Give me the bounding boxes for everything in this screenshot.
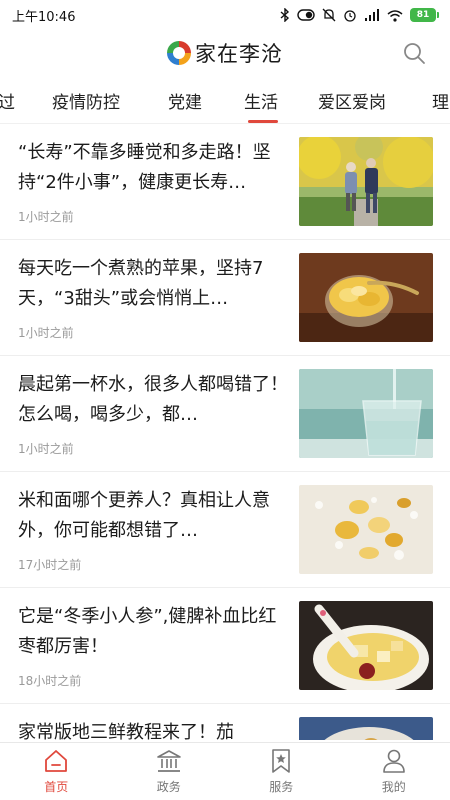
alarm-icon	[344, 10, 356, 22]
yam-soup-bowl-image[interactable]	[299, 601, 433, 690]
glass-of-water-image[interactable]	[299, 369, 433, 458]
category-tabs: 过 疫情防控 党建 生活 爱区爱岗 理	[0, 82, 450, 124]
bluetooth-icon	[280, 8, 290, 22]
article-time: 1小时之前	[18, 210, 74, 224]
status-bar: 上午10:46 81	[0, 0, 450, 30]
list-item[interactable]: 晨起第一杯水，很多人都喝错了！怎么喝，喝多少，都… 1小时之前	[0, 356, 450, 472]
bottom-nav: 首页 政务 服务 我的	[0, 742, 450, 800]
profile-icon	[382, 749, 405, 773]
nav-service-label: 服务	[269, 780, 294, 794]
news-feed[interactable]: “长寿”不靠多睡觉和多走路！坚持“2件小事”，健康更长寿… 1小时之前 每天吃一…	[0, 124, 450, 740]
list-item[interactable]: 米和面哪个更养人？真相让人意外，你可能都想错了… 17小时之前	[0, 472, 450, 588]
list-item[interactable]: 家常版地三鲜教程来了！茄	[0, 704, 450, 740]
article-title[interactable]: 每天吃一个煮熟的苹果，坚持7天，“3甜头”或会悄悄上…	[18, 254, 288, 314]
nav-profile-label: 我的	[381, 780, 406, 794]
government-building-icon	[156, 750, 181, 772]
signal-icon	[365, 8, 379, 21]
tab-partial-right[interactable]: 理	[432, 88, 449, 113]
article-title[interactable]: “长寿”不靠多睡觉和多走路！坚持“2件小事”，健康更长寿…	[18, 138, 288, 198]
article-time: 1小时之前	[18, 326, 74, 340]
article-time: 1小时之前	[18, 442, 74, 456]
nav-home-label: 首页	[44, 780, 69, 794]
app-title: 家在李沧	[195, 42, 283, 66]
article-title[interactable]: 米和面哪个更养人？真相让人意外，你可能都想错了…	[18, 486, 288, 546]
list-item[interactable]: 每天吃一个煮熟的苹果，坚持7天，“3甜头”或会悄悄上… 1小时之前	[0, 240, 450, 356]
list-item[interactable]: “长寿”不靠多睡觉和多走路！坚持“2件小事”，健康更长寿… 1小时之前	[0, 124, 450, 240]
article-title[interactable]: 它是“冬季小人参”,健脾补血比红枣都厉害！	[18, 602, 288, 662]
search-icon[interactable]	[402, 41, 426, 65]
nav-service[interactable]: 服务	[225, 743, 338, 800]
rice-porridge-image[interactable]	[299, 485, 433, 574]
list-item[interactable]: 它是“冬季小人参”,健脾补血比红枣都厉害！ 18小时之前	[0, 588, 450, 704]
active-tab-indicator	[248, 120, 278, 123]
home-icon	[45, 750, 68, 772]
nav-government-label: 政务	[156, 780, 181, 794]
battery-level: 81	[416, 10, 430, 20]
nav-profile[interactable]: 我的	[338, 743, 450, 800]
nav-home[interactable]: 首页	[0, 743, 113, 800]
elderly-couple-walking-image[interactable]	[299, 137, 433, 226]
cooked-apple-bowl-image[interactable]	[299, 253, 433, 342]
article-title[interactable]: 家常版地三鲜教程来了！茄	[18, 718, 288, 740]
tab-love-district[interactable]: 爱区爱岗	[318, 88, 386, 113]
tab-life[interactable]: 生活	[244, 88, 278, 113]
tab-partial-left[interactable]: 过	[0, 88, 15, 113]
tab-epidemic-control[interactable]: 疫情防控	[52, 88, 120, 113]
battery-icon: 81	[410, 8, 439, 22]
toggle-icon	[297, 9, 315, 21]
status-icons: 81	[280, 8, 439, 22]
article-time: 18小时之前	[18, 674, 82, 688]
article-title[interactable]: 晨起第一杯水，很多人都喝错了！怎么喝，喝多少，都…	[18, 370, 288, 430]
wifi-icon	[387, 9, 403, 22]
article-time: 17小时之前	[18, 558, 82, 572]
app-logo: 家在李沧	[167, 38, 283, 68]
logo-icon	[167, 41, 191, 65]
tab-party-building[interactable]: 党建	[168, 88, 202, 113]
vegetable-dish-image[interactable]	[299, 717, 433, 740]
app-header: 家在李沧	[0, 30, 450, 76]
service-bookmark-icon	[272, 749, 291, 773]
nav-government[interactable]: 政务	[113, 743, 226, 800]
mute-icon	[322, 8, 336, 22]
status-time: 上午10:46	[12, 9, 76, 25]
